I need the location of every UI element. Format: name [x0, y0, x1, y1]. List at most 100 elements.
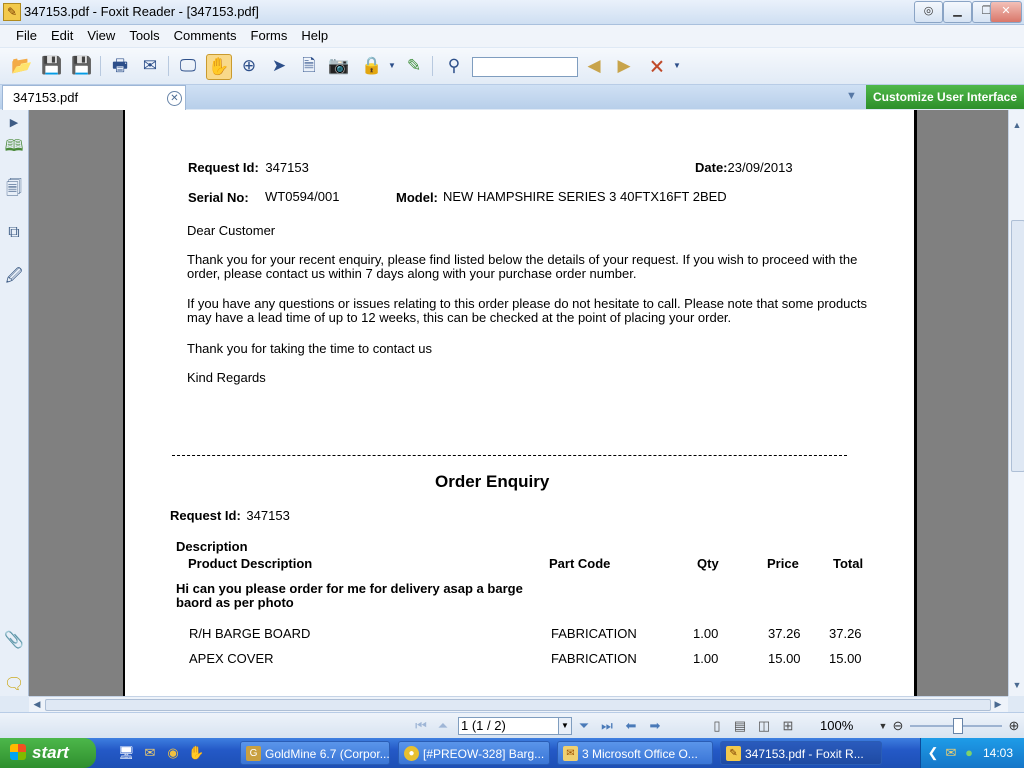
save-as-icon[interactable]: 💾 — [70, 54, 94, 78]
close-button[interactable]: ✕ — [990, 1, 1022, 23]
expand-panel-arrow-icon[interactable]: ▶ — [4, 112, 24, 134]
page-number-input[interactable]: 1 (1 / 2) — [458, 717, 562, 735]
clear-search-icon[interactable]: 🗙 — [645, 54, 669, 78]
next-page-icon[interactable]: ⏷ — [575, 717, 593, 735]
zoom-level[interactable]: 100% — [820, 718, 853, 733]
menu-tools[interactable]: Tools — [122, 25, 166, 43]
go-forward-icon[interactable]: ➡ — [646, 717, 664, 735]
task-goldmine[interactable]: G GoldMine 6.7 (Corpor... — [240, 741, 390, 765]
find-previous-icon[interactable]: ◀ — [582, 54, 606, 78]
tab-list-chevron-icon[interactable]: ▼ — [846, 90, 857, 102]
tray-status-icon[interactable]: ● — [961, 745, 977, 761]
start-button[interactable]: start — [0, 738, 96, 768]
vertical-scroll-thumb[interactable] — [1011, 220, 1024, 472]
toolbar-separator — [168, 56, 169, 76]
text-select-icon[interactable]: 🗎 — [297, 54, 321, 78]
tab-document[interactable]: 347153.pdf ✕ — [2, 85, 186, 110]
menu-comments[interactable]: Comments — [167, 25, 244, 43]
header-price: Price — [767, 556, 799, 571]
find-next-icon[interactable]: ▶ — [612, 54, 636, 78]
last-page-icon[interactable]: ⏭ — [598, 717, 616, 735]
pages-icon[interactable]: 🗐 — [4, 178, 24, 200]
chrome-quicklaunch-icon[interactable]: ◉ — [165, 745, 181, 761]
single-page-view-icon[interactable]: ▯ — [708, 717, 726, 735]
zoom-out-icon[interactable]: ⊖ — [889, 717, 907, 735]
scroll-down-arrow-icon[interactable]: ▼ — [1010, 678, 1024, 692]
menu-view[interactable]: View — [80, 25, 122, 43]
hand-quicklaunch-icon[interactable]: ✋ — [188, 745, 204, 761]
continuous-view-icon[interactable]: ▤ — [731, 717, 749, 735]
find-binoculars-icon[interactable]: ⚲ — [442, 54, 466, 78]
serial-value: WT0594/001 — [265, 189, 340, 204]
page-dropdown-icon[interactable]: ▼ — [558, 717, 572, 735]
task-office[interactable]: ✉ 3 Microsoft Office O... — [557, 741, 713, 765]
menu-file[interactable]: File — [9, 25, 44, 43]
sign-pen-icon[interactable]: ✎ — [402, 54, 426, 78]
hand-tool-icon[interactable]: ✋ — [206, 54, 232, 80]
help-window-button[interactable]: ◎ — [914, 1, 943, 23]
row-qty: 1.00 — [693, 626, 719, 641]
menu-forms[interactable]: Forms — [244, 25, 295, 43]
request-id-value: 347153 — [265, 160, 309, 175]
facing-view-icon[interactable]: ◫ — [755, 717, 773, 735]
date-label: Date: — [695, 160, 728, 175]
tray-expand-icon[interactable]: ❮ — [925, 745, 941, 761]
select-arrow-icon[interactable]: ➤ — [267, 54, 291, 78]
rms-dropdown-icon[interactable]: ▼ — [386, 54, 398, 78]
annotations-icon[interactable]: 🖉 — [4, 266, 24, 288]
greeting: Dear Customer — [187, 223, 276, 238]
vertical-scrollbar[interactable]: ▲ ▼ — [1008, 110, 1024, 696]
order-title: Order Enquiry — [435, 472, 550, 491]
tray-outlook-icon[interactable]: ✉ — [943, 745, 959, 761]
email-icon[interactable]: ✉ — [138, 54, 162, 78]
attachments-clip-icon[interactable]: 📎 — [4, 630, 24, 652]
status-bar: ⏮ ⏶ 1 (1 / 2) ▼ ⏷ ⏭ ⬅ ➡ ▯ ▤ ◫ ⊞ 100% ▼ ⊖… — [0, 712, 1024, 739]
model-label: Model: — [396, 190, 438, 205]
scroll-up-arrow-icon[interactable]: ▲ — [1010, 118, 1024, 132]
foxit-app-icon: ✎ — [3, 3, 21, 21]
start-label: start — [32, 743, 69, 762]
first-page-icon[interactable]: ⏮ — [412, 717, 430, 735]
layers-icon[interactable]: ⧉ — [4, 222, 24, 244]
date-line: Date:23/09/2013 — [695, 160, 793, 175]
comments-icon[interactable]: 🗨 — [4, 674, 24, 696]
customize-ui-button[interactable]: Customize User Interface — [866, 85, 1024, 109]
foxit-task-icon: ✎ — [726, 746, 741, 761]
request-id-label: Request Id: — [188, 160, 259, 175]
search-input[interactable] — [472, 57, 578, 77]
search-options-dropdown-icon[interactable]: ▼ — [671, 54, 683, 78]
document-canvas[interactable]: Request Id: 347153 Date:23/09/2013 Seria… — [29, 110, 1008, 696]
show-desktop-icon[interactable]: 🖥 — [118, 745, 135, 761]
menu-edit[interactable]: Edit — [44, 25, 80, 43]
model-value: NEW HAMPSHIRE SERIES 3 40FTX16FT 2BED — [443, 189, 727, 204]
minimize-button[interactable]: ▁ — [943, 1, 972, 23]
window-title: 347153.pdf - Foxit Reader - [347153.pdf] — [24, 4, 259, 19]
order-request-id-line: Request Id: 347153 — [170, 508, 290, 523]
continuous-facing-view-icon[interactable]: ⊞ — [779, 717, 797, 735]
row-product: APEX COVER — [189, 651, 274, 666]
horizontal-scroll-thumb[interactable] — [45, 699, 991, 711]
full-screen-icon[interactable]: 🖵 — [176, 54, 200, 78]
outlook-icon: ✉ — [563, 746, 578, 761]
task-foxit[interactable]: ✎ 347153.pdf - Foxit R... — [720, 741, 882, 765]
task-chrome[interactable]: ● [#PREOW-328] Barg... — [398, 741, 550, 765]
print-icon[interactable]: 🖶 — [108, 54, 132, 78]
bookmarks-icon[interactable]: 🕮 — [4, 136, 24, 158]
outlook-quicklaunch-icon[interactable]: ✉ — [142, 745, 158, 761]
rms-lock-icon[interactable]: 🔒 — [360, 54, 384, 78]
scroll-right-arrow-icon[interactable]: ▶ — [991, 697, 1005, 711]
menu-help[interactable]: Help — [294, 25, 335, 43]
go-back-icon[interactable]: ⬅ — [622, 717, 640, 735]
row-part-code: FABRICATION — [551, 651, 637, 666]
order-note: Hi can you please order for me for deliv… — [176, 581, 523, 610]
snapshot-camera-icon[interactable]: 📷 — [327, 54, 351, 78]
previous-page-icon[interactable]: ⏶ — [434, 717, 452, 735]
save-icon[interactable]: 💾 — [40, 54, 64, 78]
horizontal-scrollbar[interactable]: ◀ ▶ — [29, 696, 1008, 712]
close-tab-icon[interactable]: ✕ — [167, 91, 182, 106]
scroll-left-arrow-icon[interactable]: ◀ — [30, 697, 44, 711]
open-folder-icon[interactable]: 📂 — [10, 54, 34, 78]
zoom-tool-icon[interactable]: ⊕ — [237, 54, 261, 78]
zoom-slider-handle[interactable] — [953, 718, 963, 734]
zoom-in-icon[interactable]: ⊕ — [1005, 717, 1023, 735]
